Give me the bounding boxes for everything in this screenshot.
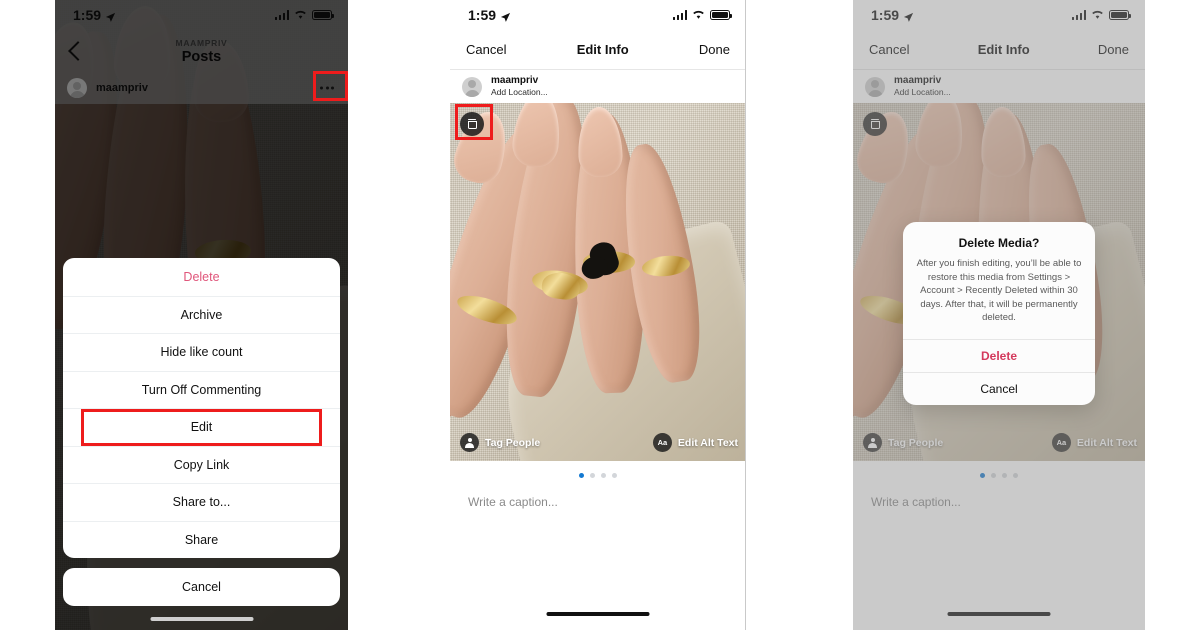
delete-media-button[interactable]	[460, 112, 484, 136]
carousel-dot[interactable]	[579, 473, 584, 478]
done-button[interactable]: Done	[699, 42, 730, 57]
status-bar-panel2: 1:59	[450, 0, 746, 30]
delete-media-alert: Delete Media? After you finish editing, …	[903, 222, 1095, 405]
alert-cancel-button[interactable]: Cancel	[903, 371, 1095, 405]
battery-icon	[710, 10, 732, 20]
alert-title: Delete Media?	[958, 236, 1040, 250]
wifi-icon	[692, 7, 705, 23]
cancel-button[interactable]: Cancel	[466, 42, 506, 57]
username-label: maampriv	[491, 75, 539, 86]
phone-screen-delete-confirm: 1:59 Cancel Edit Info Done maampriv Add …	[853, 0, 1145, 630]
alert-message: After you finish editing, you’ll be able…	[916, 258, 1082, 323]
phone-screen-edit-info: 1:59 Cancel Edit Info Done maampriv Add …	[450, 0, 746, 630]
caption-input[interactable]: Write a caption...	[450, 478, 746, 509]
edit-alt-text-button[interactable]: Aa Edit Alt Text	[652, 433, 738, 452]
action-sheet-item-share[interactable]: Share	[63, 520, 340, 559]
screenshot-stage: 1:59 MAAMPRIV Posts maampriv Delete Arch…	[0, 0, 1200, 630]
trash-icon	[467, 119, 477, 129]
action-sheet-item-share-to[interactable]: Share to...	[63, 483, 340, 521]
edit-alt-text-label: Edit Alt Text	[677, 436, 738, 449]
action-sheet-item-copy-link[interactable]: Copy Link	[63, 445, 340, 484]
action-sheet-cancel-button[interactable]: Cancel	[63, 568, 340, 606]
caption-area-panel2: Write a caption...	[450, 461, 746, 628]
home-indicator-panel2	[546, 612, 650, 616]
tag-people-button[interactable]: Tag People	[460, 433, 540, 452]
person-icon	[460, 433, 479, 452]
alert-delete-button[interactable]: Delete	[903, 338, 1095, 372]
add-location-button[interactable]: Add Location...	[491, 87, 548, 98]
action-sheet: Delete Archive Hide like count Turn Off …	[63, 258, 340, 558]
edit-user-row-panel2: maampriv Add Location...	[450, 70, 746, 103]
status-time: 1:59	[468, 7, 497, 23]
carousel-dots-panel2	[450, 461, 746, 478]
action-sheet-item-turn-off-commenting[interactable]: Turn Off Commenting	[63, 370, 340, 409]
panel-divider	[745, 0, 746, 630]
home-indicator-panel1	[150, 617, 253, 621]
avatar[interactable]	[462, 76, 482, 97]
carousel-dot[interactable]	[590, 473, 595, 478]
carousel-dot[interactable]	[601, 473, 606, 478]
page-title: Edit Info	[576, 42, 629, 57]
tag-people-label: Tag People	[485, 436, 541, 449]
carousel-dot[interactable]	[612, 473, 617, 478]
navigation-bar-panel2: Cancel Edit Info Done	[450, 30, 746, 70]
aa-text-icon: Aa	[652, 433, 672, 452]
action-sheet-item-delete[interactable]: Delete	[63, 258, 340, 296]
location-arrow-icon	[500, 10, 511, 22]
action-sheet-item-edit[interactable]: Edit	[63, 408, 340, 446]
cellular-signal-icon	[672, 10, 687, 20]
action-sheet-item-hide-like-count[interactable]: Hide like count	[63, 333, 340, 371]
post-photo-panel2[interactable]: Tag People Aa Edit Alt Text	[450, 103, 746, 461]
phone-screen-posts-options: 1:59 MAAMPRIV Posts maampriv Delete Arch…	[55, 0, 348, 630]
action-sheet-item-archive[interactable]: Archive	[63, 295, 340, 334]
